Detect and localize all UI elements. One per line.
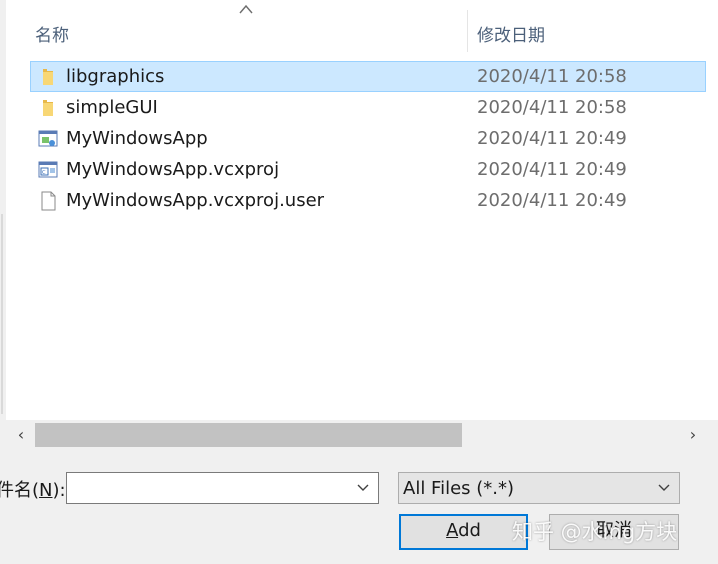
svg-text:C: C: [42, 170, 46, 176]
horizontal-scrollbar[interactable]: ‹ ›: [6, 420, 718, 450]
column-header-name[interactable]: 名称: [6, 4, 468, 52]
scrollbar-thumb[interactable]: [35, 423, 462, 447]
file-dialog: 名称 修改日期 libgraphics 2020/4/11 20:58 simp…: [0, 0, 718, 564]
file-row[interactable]: libgraphics 2020/4/11 20:58: [30, 61, 706, 92]
file-date: 2020/4/11 20:58: [477, 66, 627, 87]
column-header-date[interactable]: 修改日期: [468, 10, 718, 52]
file-date: 2020/4/11 20:58: [477, 97, 627, 118]
file-type-select[interactable]: All Files (*.*): [398, 472, 680, 504]
chevron-down-icon[interactable]: [657, 482, 671, 494]
file-name-label-prefix: 件名(: [0, 480, 40, 501]
folder-icon: [38, 67, 58, 87]
scroll-left-arrow-icon[interactable]: ‹: [12, 426, 30, 444]
file-name-input[interactable]: [69, 475, 343, 503]
add-button[interactable]: Add: [399, 514, 528, 550]
cancel-button[interactable]: 取消: [549, 514, 679, 550]
file-row[interactable]: simpleGUI 2020/4/11 20:58: [30, 92, 706, 123]
column-header: 名称 修改日期: [6, 4, 718, 52]
sort-ascending-icon: [239, 4, 253, 14]
add-label-rest: dd: [458, 520, 481, 541]
file-rows: libgraphics 2020/4/11 20:58 simpleGUI 20…: [30, 61, 718, 216]
file-name-label: 件名(N):: [0, 476, 66, 502]
vc-project-icon: C: [38, 160, 58, 180]
blank-file-icon: [38, 191, 58, 211]
column-date-label: 修改日期: [477, 26, 545, 46]
folder-icon: [38, 98, 58, 118]
file-name: MyWindowsApp: [66, 128, 208, 149]
file-name: MyWindowsApp.vcxproj: [66, 159, 280, 180]
file-row[interactable]: C MyWindowsApp.vcxproj 2020/4/11 20:49: [30, 154, 706, 185]
file-date: 2020/4/11 20:49: [477, 128, 627, 149]
file-name: MyWindowsApp.vcxproj.user: [66, 190, 325, 211]
file-name: libgraphics: [66, 66, 165, 87]
file-row[interactable]: MyWindowsApp 2020/4/11 20:49: [30, 123, 706, 154]
file-type-value: All Files (*.*): [403, 478, 515, 499]
file-name-label-suffix: ):: [52, 480, 66, 501]
file-name-access-key: N: [39, 480, 53, 501]
file-name: simpleGUI: [66, 97, 158, 118]
vs-solution-icon: [38, 129, 58, 149]
column-name-label: 名称: [35, 26, 69, 46]
file-date: 2020/4/11 20:49: [477, 159, 627, 180]
add-access-key: A: [446, 520, 459, 541]
chevron-down-icon[interactable]: [356, 482, 370, 494]
file-date: 2020/4/11 20:49: [477, 190, 627, 211]
scroll-right-arrow-icon[interactable]: ›: [684, 426, 702, 444]
file-name-combobox[interactable]: [66, 472, 379, 504]
file-row[interactable]: MyWindowsApp.vcxproj.user 2020/4/11 20:4…: [30, 185, 706, 216]
